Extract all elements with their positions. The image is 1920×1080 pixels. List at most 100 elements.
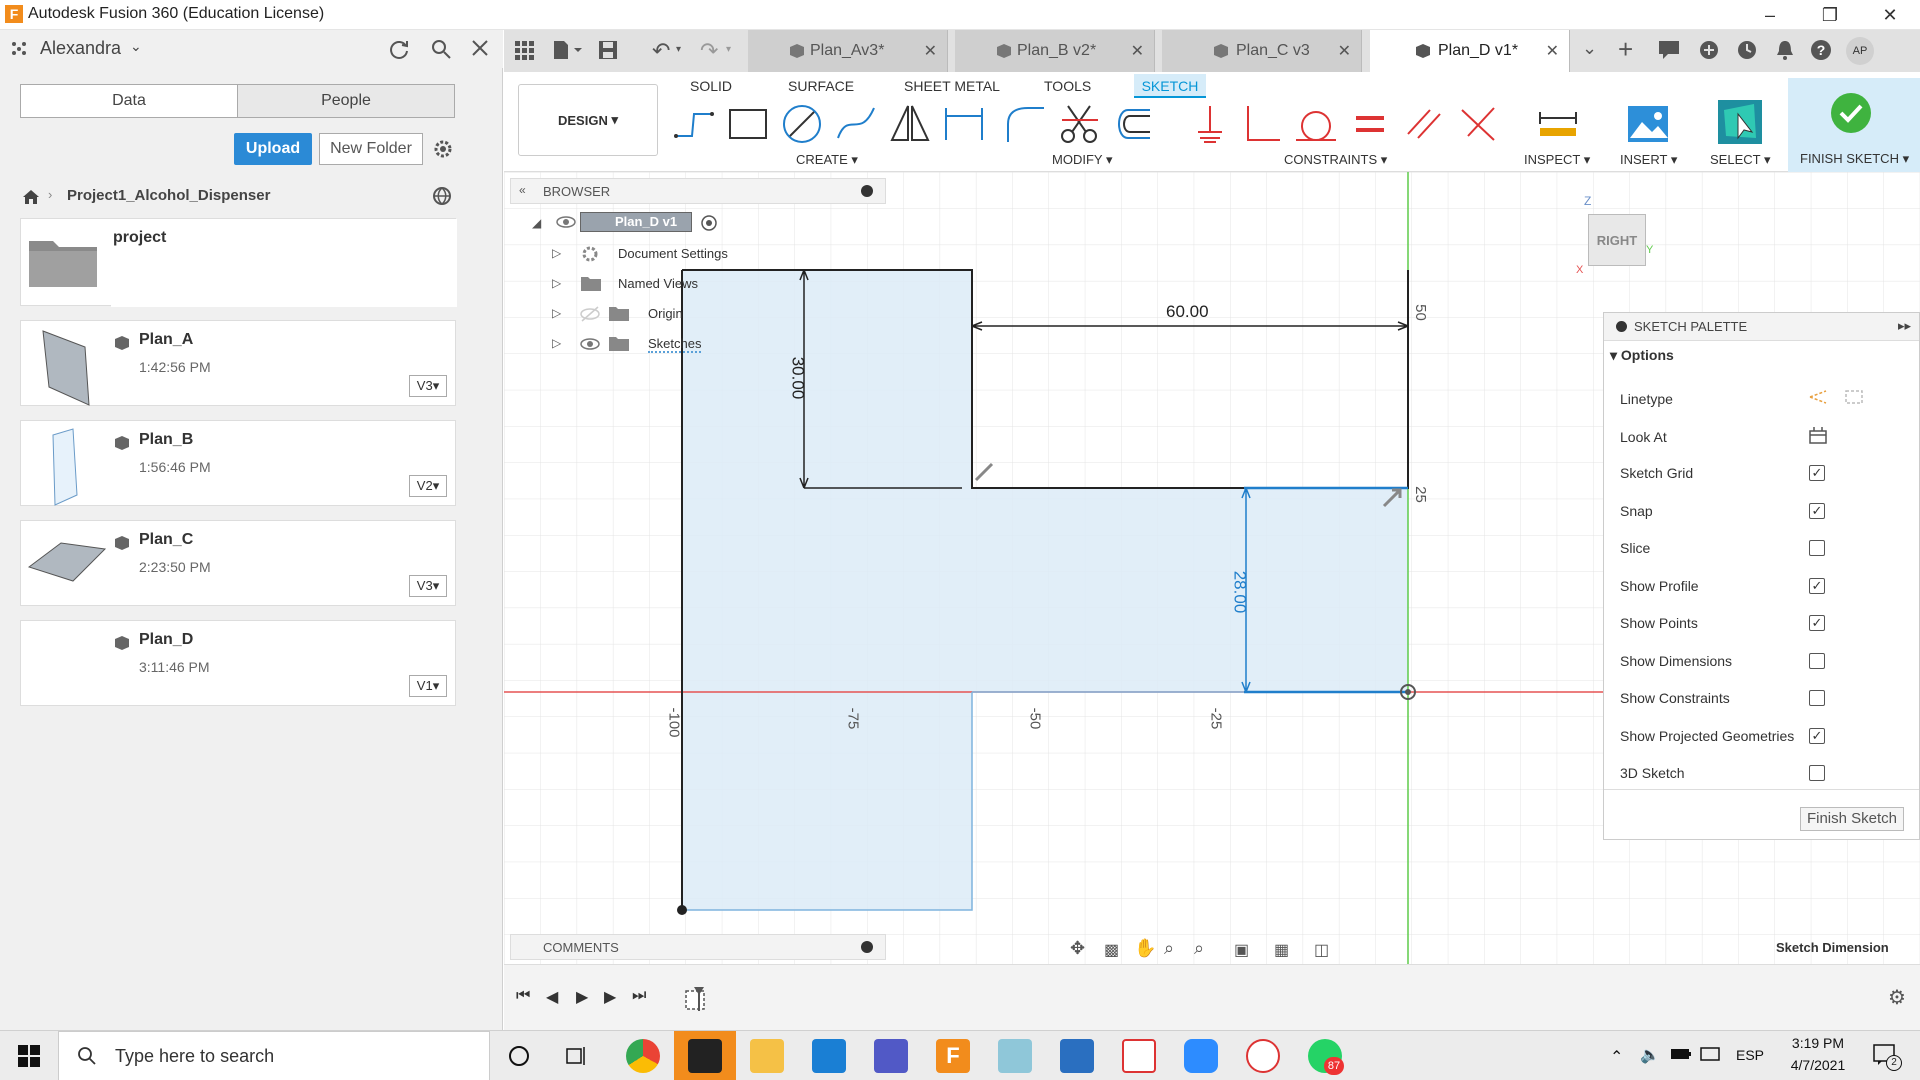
finish-sketch-palette-button[interactable]: Finish Sketch [1800,807,1904,831]
circle-tool-icon[interactable] [780,102,824,146]
save-icon[interactable] [598,40,618,60]
redo-icon[interactable]: ↷ [700,38,718,64]
media-app-icon[interactable] [812,1039,846,1073]
expand-arrow-icon[interactable]: ▷ [552,276,561,290]
home-icon[interactable] [22,188,40,206]
parallel-icon[interactable] [1402,102,1446,146]
upload-button[interactable]: Upload [234,133,312,165]
select-menu[interactable]: SELECT ▾ [1710,152,1770,168]
browser-options-icon[interactable] [861,185,873,197]
coincident-icon[interactable] [1456,102,1500,146]
palette-option-checkbox[interactable]: ✓ [1809,578,1825,594]
skip-start-icon[interactable]: ⏮ [516,987,530,1005]
tab-sheet-metal[interactable]: SHEET METAL [904,74,1000,98]
globe-icon[interactable] [432,186,452,206]
cortana-icon[interactable] [508,1045,530,1067]
modify-menu[interactable]: MODIFY ▾ [1052,152,1112,168]
file-card-plan-c[interactable]: Plan_C 2:23:50 PM V3▾ [20,520,456,606]
file-menu-icon[interactable] [552,40,582,60]
dimension-tool-icon[interactable] [942,102,986,146]
close-tab-icon[interactable]: ✕ [1546,41,1559,61]
snipping-tool-icon[interactable] [1122,1039,1156,1073]
construction-line-icon[interactable] [1808,387,1828,407]
palette-option-checkbox[interactable] [1809,690,1825,706]
palette-menu-icon[interactable] [1616,321,1627,332]
finish-sketch-button[interactable]: FINISH SKETCH ▾ [1800,151,1909,167]
centerline-icon[interactable] [1844,387,1864,407]
fusion-app-icon[interactable]: F [936,1039,970,1073]
eye-icon[interactable] [556,214,576,230]
inspect-menu[interactable]: INSPECT ▾ [1524,152,1590,168]
tab-surface[interactable]: SURFACE [788,74,854,98]
browser-item-sketches[interactable]: Sketches [648,336,702,353]
file-card-plan-a[interactable]: Plan_A 1:42:56 PM V3▾ [20,320,456,406]
expand-arrow-icon[interactable]: ▷ [552,336,561,350]
look-at-icon[interactable]: ▩ [1104,940,1119,960]
step-forward-icon[interactable]: ▶ [604,987,616,1007]
create-menu[interactable]: CREATE ▾ [796,152,858,168]
file-card-plan-b[interactable]: Plan_B 1:56:46 PM V2▾ [20,420,456,506]
eye-icon[interactable] [580,336,600,352]
zoom-icon[interactable]: ⌕ [1164,938,1174,959]
expand-arrow-icon[interactable]: ▷ [552,306,561,320]
orbit-icon[interactable]: ✥ [1070,938,1085,959]
tangent-icon[interactable] [1294,102,1338,146]
chevron-down-icon[interactable]: ⌄ [130,38,142,55]
tab-plan-b[interactable]: Plan_B v2* ✕ [955,30,1155,72]
tab-plan-a[interactable]: Plan_Av3* ✕ [748,30,948,72]
apps-grid-icon[interactable] [514,40,534,60]
palette-option-checkbox[interactable]: ✓ [1809,615,1825,631]
volume-icon[interactable]: 🔈 [1640,1045,1660,1065]
skip-end-icon[interactable]: ⏭ [632,987,646,1005]
grid-dots-icon[interactable] [10,40,28,58]
search-icon[interactable] [430,38,452,60]
sticky-notes-icon[interactable] [688,1039,722,1073]
tree-collapse-icon[interactable]: ◢ [532,216,541,230]
teams-icon[interactable] [874,1039,908,1073]
language-indicator[interactable]: ESP [1736,1047,1764,1063]
file-card-plan-d[interactable]: Plan_D 3:11:46 PM V1▾ [20,620,456,706]
view-cube-face[interactable]: RIGHT [1588,214,1646,266]
browser-item-origin[interactable]: Origin [648,306,683,321]
palette-option-checkbox[interactable]: ✓ [1809,465,1825,481]
folder-card[interactable]: project [20,218,457,307]
palette-option-checkbox[interactable]: ✓ [1809,728,1825,744]
close-button[interactable]: ✕ [1860,0,1920,30]
select-tool-icon[interactable] [1716,98,1764,146]
viewports-icon[interactable]: ◫ [1314,940,1329,960]
offset-tool-icon[interactable] [1110,102,1154,146]
fillet-tool-icon[interactable] [1004,102,1048,146]
battery-icon[interactable] [1670,1047,1692,1061]
photos-icon[interactable] [1060,1039,1094,1073]
insert-image-icon[interactable] [1626,102,1670,146]
task-view-icon[interactable] [566,1045,588,1067]
undo-icon[interactable]: ↶ [652,38,670,64]
zoom-app-icon[interactable] [1184,1039,1218,1073]
tab-tools[interactable]: TOOLS [1044,74,1091,98]
redo-dropdown-icon[interactable]: ▾ [726,44,731,55]
gear-icon[interactable] [432,138,454,160]
restore-button[interactable]: ❐ [1800,0,1860,30]
mirror-tool-icon[interactable] [888,102,932,146]
activate-radio-icon[interactable] [700,214,718,232]
eye-hidden-icon[interactable] [580,306,600,322]
windows-start-icon[interactable] [18,1045,40,1067]
taskbar-search[interactable]: Type here to search [58,1031,490,1080]
tab-data[interactable]: Data [20,84,238,118]
close-panel-icon[interactable] [470,38,490,58]
new-tab-icon[interactable]: + [1618,34,1633,65]
browser-item-document-settings[interactable]: Document Settings [618,246,728,261]
step-back-icon[interactable]: ◀ [546,987,558,1007]
collapse-icon[interactable]: « [519,183,526,197]
timeline-sketch-item[interactable] [684,983,712,1011]
spline-tool-icon[interactable] [834,102,878,146]
palette-option-checkbox[interactable] [1809,765,1825,781]
help-icon[interactable]: ? [1810,39,1832,61]
tab-plan-c[interactable]: Plan_C v3 ✕ [1162,30,1362,72]
version-dropdown[interactable]: V2▾ [409,475,447,497]
trim-scissors-icon[interactable] [1058,102,1102,146]
comments-add-icon[interactable] [861,941,873,953]
timeline-settings-gear-icon[interactable]: ⚙ [1888,985,1906,1010]
look-at-icon[interactable] [1808,425,1828,445]
tab-solid[interactable]: SOLID [690,74,732,98]
